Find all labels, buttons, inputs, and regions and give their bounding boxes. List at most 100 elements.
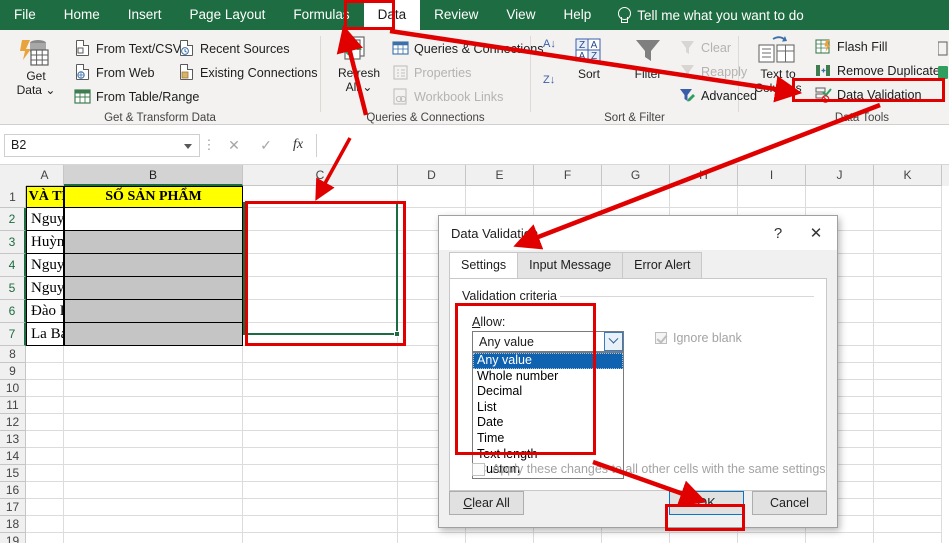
column-header-B[interactable]: B bbox=[64, 165, 243, 186]
row-header-19[interactable]: 19 bbox=[0, 533, 26, 543]
data-validation-button[interactable]: Data Validation ⌄ bbox=[815, 86, 949, 103]
tell-me-box[interactable]: Tell me what you want to do bbox=[617, 7, 804, 24]
cell-C18[interactable] bbox=[243, 516, 398, 533]
row-header-5[interactable]: 5 bbox=[0, 277, 26, 300]
row-header-13[interactable]: 13 bbox=[0, 431, 26, 448]
cell-B9[interactable] bbox=[64, 363, 243, 380]
row-header-6[interactable]: 6 bbox=[0, 300, 26, 323]
dialog-tab-input-message[interactable]: Input Message bbox=[517, 252, 623, 278]
remove-duplicates-button[interactable]: Remove Duplicates bbox=[815, 62, 946, 79]
cell-K8[interactable] bbox=[874, 346, 942, 363]
cell-D19[interactable] bbox=[398, 533, 466, 543]
cell-H1[interactable] bbox=[670, 186, 738, 208]
row-header-18[interactable]: 18 bbox=[0, 516, 26, 533]
cell-J1[interactable] bbox=[806, 186, 874, 208]
allow-option-decimal[interactable]: Decimal bbox=[473, 384, 623, 400]
cell-C6[interactable] bbox=[243, 300, 398, 323]
dialog-tab-error-alert[interactable]: Error Alert bbox=[622, 252, 702, 278]
cell-B13[interactable] bbox=[64, 431, 243, 448]
cell-B17[interactable] bbox=[64, 499, 243, 516]
cell-A18[interactable] bbox=[26, 516, 64, 533]
row-header-8[interactable]: 8 bbox=[0, 346, 26, 363]
row-header-3[interactable]: 3 bbox=[0, 231, 26, 254]
cell-A7[interactable]: La Bảo Trinh bbox=[26, 323, 64, 346]
column-header-D[interactable]: D bbox=[398, 165, 466, 186]
help-icon[interactable]: ? bbox=[759, 218, 797, 248]
cell-C11[interactable] bbox=[243, 397, 398, 414]
cell-C10[interactable] bbox=[243, 380, 398, 397]
row-header-17[interactable]: 17 bbox=[0, 499, 26, 516]
cell-K17[interactable] bbox=[874, 499, 942, 516]
cell-B4[interactable] bbox=[64, 254, 243, 277]
from-text-csv-button[interactable]: From Text/CSV bbox=[74, 40, 181, 57]
ignore-blank-checkbox[interactable] bbox=[655, 332, 667, 344]
row-header-11[interactable]: 11 bbox=[0, 397, 26, 414]
column-header-I[interactable]: I bbox=[738, 165, 806, 186]
cell-B12[interactable] bbox=[64, 414, 243, 431]
cell-C7[interactable] bbox=[243, 323, 398, 346]
row-header-10[interactable]: 10 bbox=[0, 380, 26, 397]
row-header-4[interactable]: 4 bbox=[0, 254, 26, 277]
cell-G1[interactable] bbox=[602, 186, 670, 208]
row-header-12[interactable]: 12 bbox=[0, 414, 26, 431]
cell-B19[interactable] bbox=[64, 533, 243, 543]
allow-option-list[interactable]: List bbox=[473, 400, 623, 416]
allow-dropdown-list[interactable]: Any valueWhole numberDecimalListDateTime… bbox=[472, 352, 624, 479]
cell-B2[interactable] bbox=[64, 208, 243, 231]
cell-C1[interactable] bbox=[243, 186, 398, 208]
cell-F19[interactable] bbox=[534, 533, 602, 543]
cell-K13[interactable] bbox=[874, 431, 942, 448]
cell-K9[interactable] bbox=[874, 363, 942, 380]
cell-A5[interactable]: Nguyễn Ngọc Huỳnh Anh bbox=[26, 277, 64, 300]
cell-A17[interactable] bbox=[26, 499, 64, 516]
cell-J19[interactable] bbox=[806, 533, 874, 543]
cell-D1[interactable] bbox=[398, 186, 466, 208]
ribbon-tab-review[interactable]: Review bbox=[420, 0, 492, 30]
row-header-14[interactable]: 14 bbox=[0, 448, 26, 465]
cell-A12[interactable] bbox=[26, 414, 64, 431]
cell-C16[interactable] bbox=[243, 482, 398, 499]
row-header-9[interactable]: 9 bbox=[0, 363, 26, 380]
cell-B1[interactable]: SỐ SẢN PHẨM bbox=[64, 186, 243, 208]
row-header-7[interactable]: 7 bbox=[0, 323, 26, 346]
ribbon-tab-insert[interactable]: Insert bbox=[114, 0, 176, 30]
row-header-16[interactable]: 16 bbox=[0, 482, 26, 499]
ribbon-tab-file[interactable]: File bbox=[0, 0, 50, 30]
cell-C13[interactable] bbox=[243, 431, 398, 448]
cell-C3[interactable] bbox=[243, 231, 398, 254]
cancel-button[interactable]: Cancel bbox=[752, 491, 827, 515]
cell-A3[interactable]: Huỳnh Quảng Vân bbox=[26, 231, 64, 254]
fill-handle[interactable] bbox=[394, 331, 400, 337]
cell-I1[interactable] bbox=[738, 186, 806, 208]
allow-option-time[interactable]: Time bbox=[473, 431, 623, 447]
cell-C4[interactable] bbox=[243, 254, 398, 277]
cancel-formula-icon[interactable]: ✕ bbox=[218, 134, 250, 157]
column-header-E[interactable]: E bbox=[466, 165, 534, 186]
cell-K4[interactable] bbox=[874, 254, 942, 277]
cell-K2[interactable] bbox=[874, 208, 942, 231]
cell-A6[interactable]: Đào Phương Quỳnh bbox=[26, 300, 64, 323]
allow-option-text-length[interactable]: Text length bbox=[473, 447, 623, 463]
allow-combobox[interactable]: Any value bbox=[472, 331, 624, 352]
cell-C17[interactable] bbox=[243, 499, 398, 516]
row-header-1[interactable]: 1 bbox=[0, 186, 26, 208]
cell-A11[interactable] bbox=[26, 397, 64, 414]
cell-B14[interactable] bbox=[64, 448, 243, 465]
close-icon[interactable]: ✕ bbox=[797, 218, 835, 248]
sort-az-button[interactable]: A↓ bbox=[543, 38, 556, 50]
cell-A8[interactable] bbox=[26, 346, 64, 363]
ribbon-tab-formulas[interactable]: Formulas bbox=[279, 0, 363, 30]
cell-C12[interactable] bbox=[243, 414, 398, 431]
cell-C8[interactable] bbox=[243, 346, 398, 363]
cell-A19[interactable] bbox=[26, 533, 64, 543]
cell-A9[interactable] bbox=[26, 363, 64, 380]
column-header-G[interactable]: G bbox=[602, 165, 670, 186]
formula-input[interactable] bbox=[316, 134, 945, 157]
refresh-all-button[interactable]: Refresh All ⌄ bbox=[331, 36, 387, 94]
cell-G19[interactable] bbox=[602, 533, 670, 543]
cell-B15[interactable] bbox=[64, 465, 243, 482]
cell-B18[interactable] bbox=[64, 516, 243, 533]
cell-B7[interactable] bbox=[64, 323, 243, 346]
dialog-tab-settings[interactable]: Settings bbox=[449, 252, 518, 278]
row-header-15[interactable]: 15 bbox=[0, 465, 26, 482]
